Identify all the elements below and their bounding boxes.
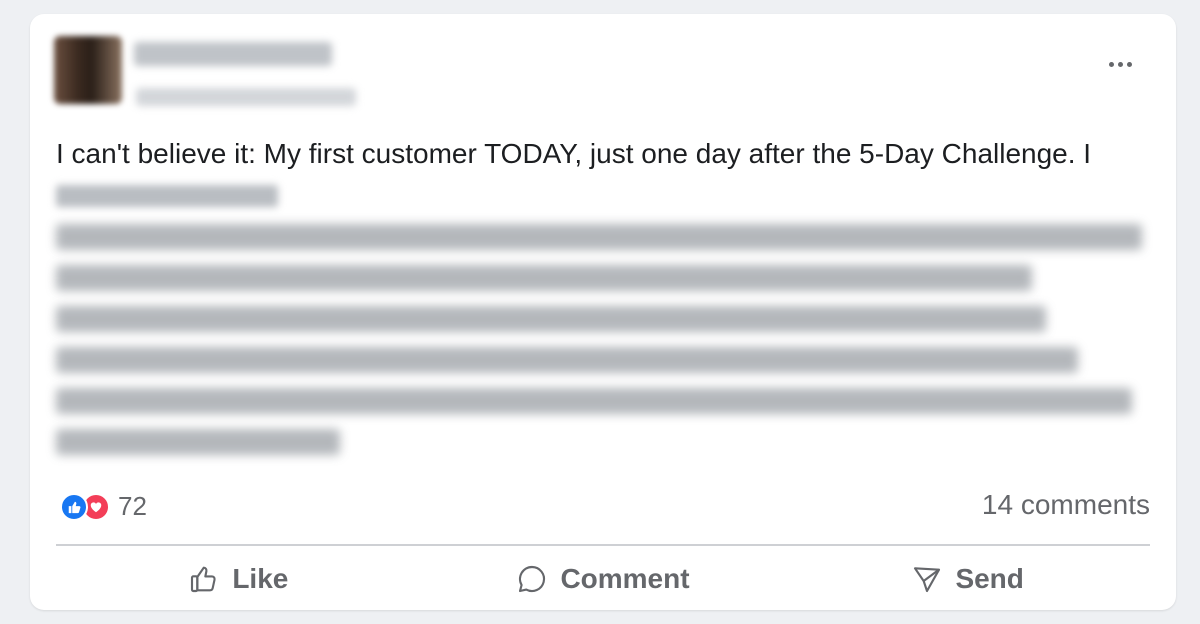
send-label: Send — [955, 563, 1024, 594]
more-icon — [1108, 61, 1132, 67]
comment-icon — [516, 563, 548, 595]
divider — [56, 544, 1150, 546]
reactions-summary[interactable]: 72 — [60, 491, 147, 522]
post-text-visible: I can't believe it: My first customer TO… — [56, 138, 1092, 169]
redacted-text-inline — [56, 184, 278, 207]
comments-count-link[interactable]: 14 comments — [982, 489, 1150, 521]
thumbs-up-icon — [188, 563, 220, 595]
redacted-text-block — [56, 224, 1156, 470]
like-label: Like — [232, 563, 289, 594]
post-timestamp-redacted[interactable] — [136, 88, 356, 106]
send-icon — [911, 563, 943, 595]
reaction-count: 72 — [118, 491, 147, 521]
post-card: I can't believe it: My first customer TO… — [30, 14, 1176, 610]
like-button[interactable]: Like — [56, 554, 421, 604]
action-bar: Like Comment Send — [56, 554, 1150, 604]
post-text: I can't believe it: My first customer TO… — [56, 134, 1136, 214]
more-options-button[interactable] — [1100, 50, 1140, 78]
send-button[interactable]: Send — [785, 554, 1150, 604]
like-reaction-icon — [60, 492, 88, 521]
comment-button[interactable]: Comment — [421, 554, 786, 604]
author-name-redacted[interactable] — [134, 42, 332, 66]
avatar[interactable] — [54, 36, 122, 104]
comment-label: Comment — [560, 563, 690, 594]
